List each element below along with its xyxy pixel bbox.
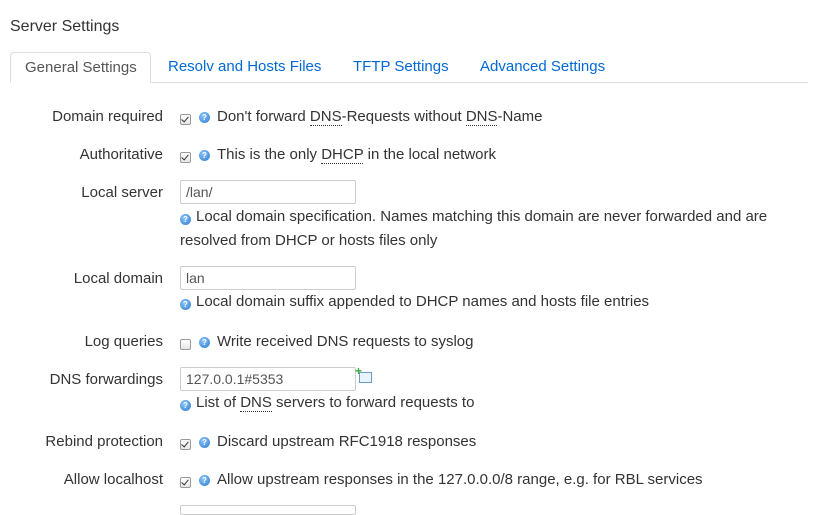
domain-required-description: Don't forward DNS-Requests without DNS-N…	[217, 108, 543, 126]
local-server-description: ? Local domain specification. Names match…	[180, 208, 768, 249]
help-icon: ?	[199, 112, 210, 123]
next-field-input-partial[interactable]	[180, 505, 356, 515]
log-queries-label: Log queries	[84, 333, 163, 350]
tab-bar: General Settings Resolv and Hosts Files …	[10, 52, 808, 83]
help-icon: ?	[199, 437, 210, 448]
add-entry-icon[interactable]	[355, 364, 372, 383]
tab-tftp-settings[interactable]: TFTP Settings	[339, 52, 463, 82]
dns-forwardings-input[interactable]	[180, 367, 356, 391]
authoritative-checkbox[interactable]	[180, 152, 191, 163]
tab-resolv-hosts-files[interactable]: Resolv and Hosts Files	[154, 52, 335, 82]
authoritative-label: Authoritative	[79, 146, 163, 163]
domain-required-label: Domain required	[52, 108, 163, 125]
local-domain-label: Local domain	[73, 270, 163, 287]
tab-general-settings[interactable]: General Settings	[10, 52, 151, 83]
rebind-protection-label: Rebind protection	[45, 433, 163, 450]
help-icon: ?	[199, 150, 210, 161]
help-icon: ?	[180, 214, 191, 225]
rebind-protection-description: Discard upstream RFC1918 responses	[217, 433, 477, 450]
log-queries-description: Write received DNS requests to syslog	[217, 333, 474, 350]
authoritative-description: This is the only DHCP in the local netwo…	[217, 146, 497, 164]
log-queries-checkbox[interactable]	[180, 339, 191, 350]
help-icon: ?	[199, 337, 210, 348]
dns-forwardings-label: DNS forwardings	[49, 371, 163, 388]
help-icon: ?	[180, 400, 191, 411]
local-domain-input[interactable]	[180, 266, 356, 290]
help-icon: ?	[199, 475, 210, 486]
local-server-input[interactable]	[180, 180, 356, 204]
dns-forwardings-description: ? List of DNS servers to forward requests…	[180, 391, 800, 415]
rebind-protection-checkbox[interactable]	[180, 439, 191, 450]
domain-required-checkbox[interactable]	[180, 114, 191, 125]
allow-localhost-description: Allow upstream responses in the 127.0.0.…	[217, 471, 703, 488]
help-icon: ?	[180, 299, 191, 310]
allow-localhost-checkbox[interactable]	[180, 477, 191, 488]
section-title: Server Settings	[10, 18, 120, 35]
local-server-label: Local server	[81, 184, 163, 201]
local-domain-description: ? Local domain suffix appended to DHCP na…	[180, 290, 800, 314]
allow-localhost-label: Allow localhost	[63, 471, 163, 488]
tab-advanced-settings[interactable]: Advanced Settings	[466, 52, 619, 82]
